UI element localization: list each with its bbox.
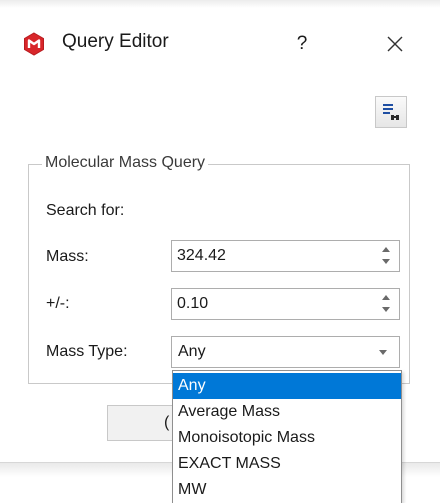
dropdown-option-monoisotopic-mass[interactable]: Monoisotopic Mass bbox=[173, 425, 401, 451]
close-icon[interactable] bbox=[381, 30, 409, 58]
mass-spinbox[interactable]: 324.42 bbox=[171, 240, 400, 272]
tolerance-label: +/-: bbox=[46, 295, 70, 312]
tolerance-stepper bbox=[379, 293, 393, 315]
tolerance-value: 0.10 bbox=[177, 295, 209, 312]
mass-decrement-icon[interactable] bbox=[382, 259, 390, 264]
dropdown-option-average-mass[interactable]: Average Mass bbox=[173, 399, 401, 425]
find-button[interactable] bbox=[375, 96, 407, 128]
dropdown-option-exact-mass[interactable]: EXACT MASS bbox=[173, 451, 401, 477]
window-top-edge bbox=[0, 0, 440, 8]
query-editor-window: Query Editor ? Molecular Mass Query Sear… bbox=[0, 0, 440, 503]
footer-button-label: ( bbox=[164, 414, 170, 431]
group-title: Molecular Mass Query bbox=[42, 154, 209, 172]
search-for-label: Search for: bbox=[46, 202, 125, 219]
chevron-down-icon[interactable] bbox=[379, 350, 387, 355]
tolerance-spinbox[interactable]: 0.10 bbox=[171, 288, 400, 320]
mass-value: 324.42 bbox=[177, 247, 226, 264]
mass-stepper bbox=[379, 245, 393, 267]
dropdown-option-mw[interactable]: MW bbox=[173, 477, 401, 503]
mass-type-dropdown: Any Average Mass Monoisotopic Mass EXACT… bbox=[172, 370, 402, 503]
mass-type-label: Mass Type: bbox=[46, 343, 128, 360]
window-title: Query Editor bbox=[62, 31, 169, 52]
mass-increment-icon[interactable] bbox=[382, 247, 390, 252]
list-search-icon bbox=[383, 104, 399, 120]
help-button[interactable]: ? bbox=[290, 30, 314, 58]
mass-type-select[interactable]: Any bbox=[171, 336, 400, 368]
tolerance-increment-icon[interactable] bbox=[382, 295, 390, 300]
tolerance-decrement-icon[interactable] bbox=[382, 307, 390, 312]
app-logo-icon bbox=[24, 32, 44, 56]
mass-label: Mass: bbox=[46, 248, 89, 265]
dropdown-option-any[interactable]: Any bbox=[173, 373, 401, 399]
mass-type-value: Any bbox=[178, 343, 206, 360]
